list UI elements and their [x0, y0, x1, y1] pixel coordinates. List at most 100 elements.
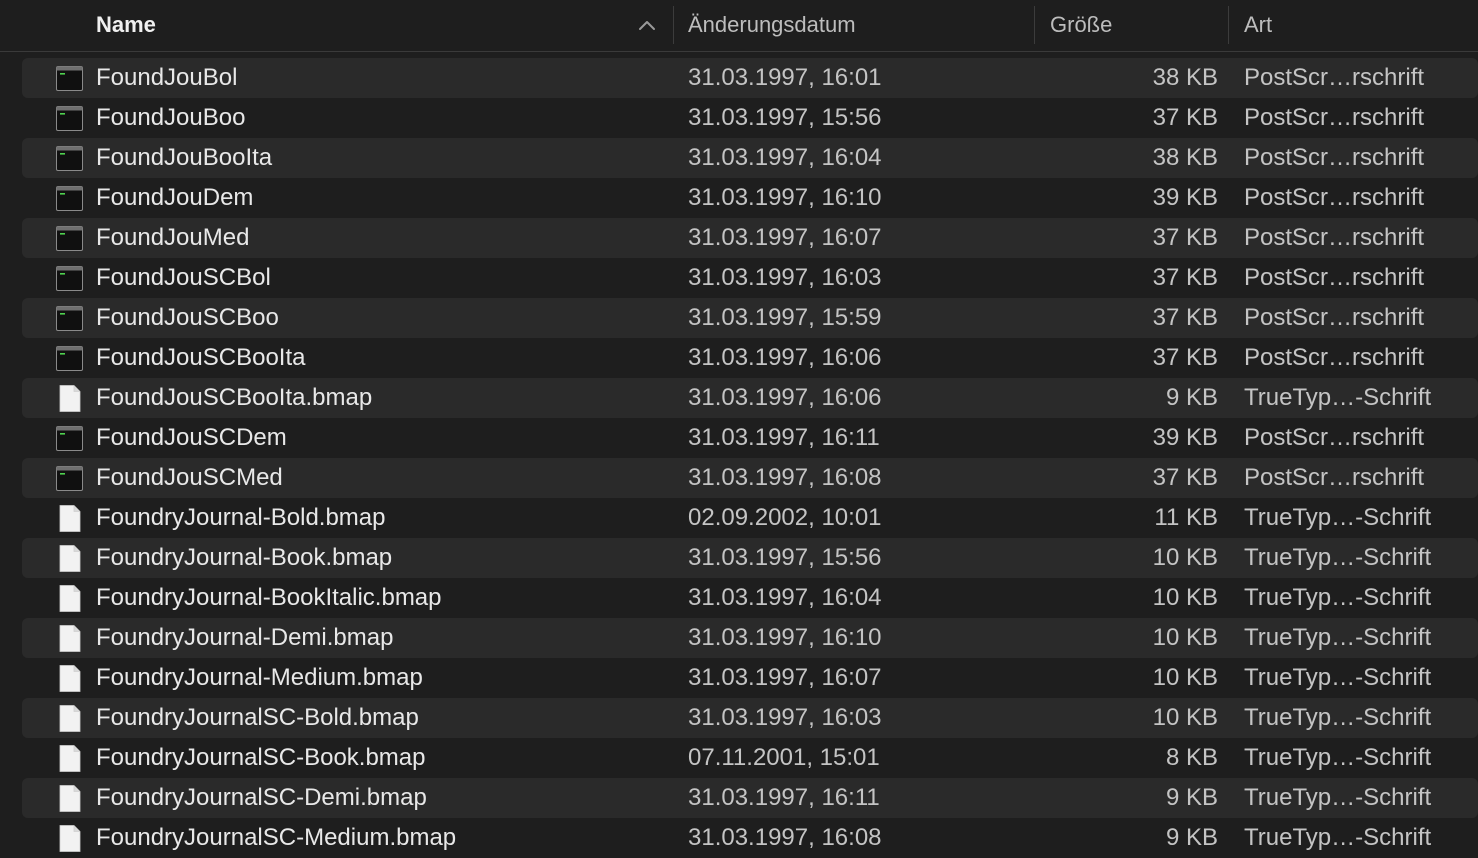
- file-date: 31.03.1997, 16:08: [688, 824, 882, 851]
- file-name: FoundJouSCDem: [96, 424, 287, 451]
- file-size: 37 KB: [1152, 344, 1218, 371]
- file-date: 31.03.1997, 16:04: [688, 584, 882, 611]
- file-kind: TrueTyp…-Schrift: [1244, 584, 1432, 611]
- file-name: FoundJouBooIta: [96, 144, 273, 171]
- file-name: FoundJouSCBoo: [96, 304, 279, 331]
- file-size: 37 KB: [1152, 104, 1218, 131]
- file-kind: TrueTyp…-Schrift: [1244, 744, 1432, 771]
- file-name: FoundJouBol: [96, 64, 238, 91]
- file-size: 39 KB: [1152, 424, 1218, 451]
- file-row[interactable]: FoundryJournalSC-Medium.bmap 31.03.1997, …: [22, 818, 1478, 858]
- file-name: FoundryJournalSC-Book.bmap: [96, 744, 426, 771]
- file-date: 31.03.1997, 16:04: [688, 144, 882, 171]
- file-size: 37 KB: [1152, 464, 1218, 491]
- file-size: 11 KB: [1154, 504, 1218, 531]
- file-kind: PostScr…rschrift: [1244, 464, 1425, 491]
- file-kind: PostScr…rschrift: [1244, 184, 1425, 211]
- exec-icon: [56, 345, 83, 372]
- file-kind: TrueTyp…-Schrift: [1244, 824, 1432, 851]
- file-date: 31.03.1997, 16:01: [688, 64, 882, 91]
- column-divider[interactable]: [1034, 6, 1035, 44]
- file-row[interactable]: FoundJouMed 31.03.1997, 16:07 37 KB PostScr…: [22, 218, 1478, 258]
- file-name: FoundryJournal-Bold.bmap: [96, 504, 386, 531]
- file-name: FoundryJournalSC-Medium.bmap: [96, 824, 457, 851]
- exec-icon: [56, 265, 83, 292]
- column-header: Name Änderungsdatum Größe Art: [0, 0, 1478, 52]
- file-size: 39 KB: [1152, 184, 1218, 211]
- file-date: 31.03.1997, 15:56: [688, 544, 882, 571]
- file-row[interactable]: FoundJouDem 31.03.1997, 16:10 39 KB PostScr…: [22, 178, 1478, 218]
- file-name: FoundryJournal-Medium.bmap: [96, 664, 423, 691]
- file-row[interactable]: FoundryJournalSC-Demi.bmap 31.03.1997, 16…: [22, 778, 1478, 818]
- file-row[interactable]: FoundryJournal-Demi.bmap 31.03.1997, 16:1…: [22, 618, 1478, 658]
- exec-icon: [56, 65, 83, 92]
- file-name: FoundryJournal-Book.bmap: [96, 544, 393, 571]
- file-date: 31.03.1997, 15:56: [688, 104, 882, 131]
- chevron-up-icon[interactable]: [637, 17, 657, 33]
- file-name: FoundJouSCBooIta.bmap: [96, 384, 373, 411]
- file-date: 31.03.1997, 16:06: [688, 384, 882, 411]
- document-icon: [56, 665, 83, 692]
- file-date: 31.03.1997, 16:08: [688, 464, 882, 491]
- file-kind: PostScr…rschrift: [1244, 104, 1425, 131]
- file-size: 37 KB: [1152, 304, 1218, 331]
- file-row[interactable]: FoundJouSCBoo 31.03.1997, 15:59 37 KB PostS…: [22, 298, 1478, 338]
- file-size: 38 KB: [1152, 144, 1218, 171]
- file-size: 37 KB: [1152, 224, 1218, 251]
- file-kind: TrueTyp…-Schrift: [1244, 504, 1432, 531]
- file-size: 38 KB: [1152, 64, 1218, 91]
- file-row[interactable]: FoundJouBoo 31.03.1997, 15:56 37 KB PostScr…: [22, 98, 1478, 138]
- column-header-name[interactable]: Name: [96, 0, 656, 50]
- document-icon: [56, 705, 83, 732]
- file-size: 10 KB: [1152, 664, 1218, 691]
- document-icon: [56, 825, 83, 852]
- exec-icon: [56, 185, 83, 212]
- file-kind: PostScr…rschrift: [1244, 264, 1425, 291]
- file-row[interactable]: FoundryJournal-Book.bmap 31.03.1997, 15:5…: [22, 538, 1478, 578]
- column-header-size[interactable]: Größe: [1050, 0, 1220, 50]
- file-size: 10 KB: [1152, 584, 1218, 611]
- file-size: 10 KB: [1152, 704, 1218, 731]
- document-icon: [56, 625, 83, 652]
- document-icon: [56, 505, 83, 532]
- file-size: 10 KB: [1152, 544, 1218, 571]
- file-row[interactable]: FoundryJournalSC-Book.bmap 07.11.2001, 15…: [22, 738, 1478, 778]
- file-kind: TrueTyp…-Schrift: [1244, 664, 1432, 691]
- exec-icon: [56, 225, 83, 252]
- column-header-date[interactable]: Änderungsdatum: [688, 0, 1018, 50]
- column-header-kind[interactable]: Art: [1244, 0, 1464, 50]
- file-row[interactable]: FoundJouSCBooIta 31.03.1997, 16:06 37 KB Po…: [22, 338, 1478, 378]
- file-date: 31.03.1997, 16:07: [688, 224, 882, 251]
- file-name: FoundJouSCMed: [96, 464, 283, 491]
- file-name: FoundJouSCBooIta: [96, 344, 306, 371]
- file-date: 31.03.1997, 16:10: [688, 624, 882, 651]
- file-kind: PostScr…rschrift: [1244, 344, 1425, 371]
- file-kind: TrueTyp…-Schrift: [1244, 544, 1432, 571]
- file-size: 8 KB: [1165, 744, 1218, 771]
- column-divider[interactable]: [1228, 6, 1229, 44]
- file-row[interactable]: FoundryJournalSC-Bold.bmap 31.03.1997, 16…: [22, 698, 1478, 738]
- file-row[interactable]: FoundJouSCBooIta.bmap 31.03.1997, 16:06 9 …: [22, 378, 1478, 418]
- file-row[interactable]: FoundJouSCBol 31.03.1997, 16:03 37 KB PostS…: [22, 258, 1478, 298]
- file-row[interactable]: FoundJouBooIta 31.03.1997, 16:04 38 KB Post…: [22, 138, 1478, 178]
- file-row[interactable]: FoundryJournal-BookItalic.bmap 31.03.1997…: [22, 578, 1478, 618]
- file-row[interactable]: FoundJouSCDem 31.03.1997, 16:11 39 KB PostS…: [22, 418, 1478, 458]
- file-name: FoundJouMed: [96, 224, 250, 251]
- file-row[interactable]: FoundryJournal-Medium.bmap 31.03.1997, 16…: [22, 658, 1478, 698]
- file-row[interactable]: FoundJouBol 31.03.1997, 16:01 38 KB PostScr…: [22, 58, 1478, 98]
- exec-icon: [56, 145, 83, 172]
- exec-icon: [56, 305, 83, 332]
- file-row[interactable]: FoundryJournal-Bold.bmap 02.09.2002, 10:0…: [22, 498, 1478, 538]
- file-date: 31.03.1997, 16:11: [688, 784, 880, 811]
- file-row[interactable]: FoundJouSCMed 31.03.1997, 16:08 37 KB PostS…: [22, 458, 1478, 498]
- file-date: 31.03.1997, 16:10: [688, 184, 882, 211]
- file-kind: PostScr…rschrift: [1244, 424, 1425, 451]
- column-divider[interactable]: [673, 6, 674, 44]
- exec-icon: [56, 465, 83, 492]
- file-name: FoundJouBoo: [96, 104, 246, 131]
- file-kind: TrueTyp…-Schrift: [1244, 704, 1432, 731]
- file-size: 9 KB: [1165, 384, 1218, 411]
- file-size: 9 KB: [1165, 784, 1218, 811]
- file-list: FoundJouBol 31.03.1997, 16:01 38 KB PostScr…: [0, 58, 1478, 858]
- file-name: FoundJouDem: [96, 184, 254, 211]
